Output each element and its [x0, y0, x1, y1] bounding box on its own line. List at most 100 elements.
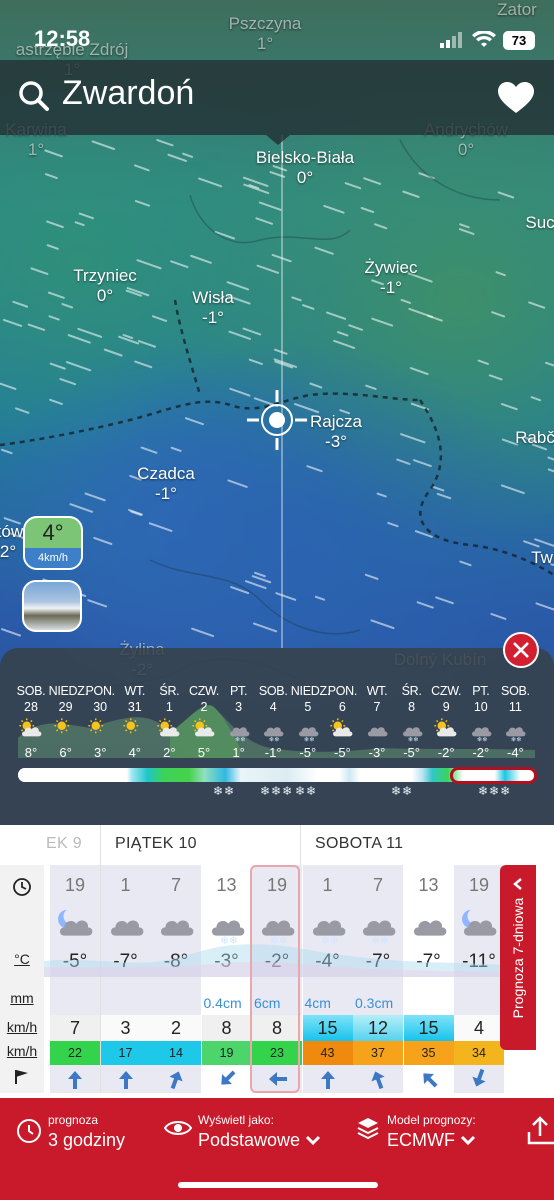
forecast-day[interactable]: PT. 3 ❄❄ 1°: [222, 684, 256, 762]
precipitation-value: 0.4cm: [203, 995, 242, 1011]
precip-row-label: mm: [10, 990, 34, 1006]
wind-gust-value: 14: [151, 1041, 201, 1065]
forecast-day[interactable]: WT. 31 4°: [118, 684, 152, 762]
wind-row-label: km/h: [6, 1019, 38, 1035]
weather-icon: [118, 718, 152, 742]
forecast-day[interactable]: SOB. 4 ❄❄ -1°: [256, 684, 290, 762]
forecast-day[interactable]: ŚR. 1 2°: [152, 684, 186, 762]
snow-marker: ❄❄❄: [478, 784, 512, 798]
map-city-label[interactable]: Bielsko-Biała 0°: [256, 148, 354, 188]
map-city-label[interactable]: Wisła -1°: [192, 288, 234, 328]
city-name: Żywiec: [364, 258, 418, 277]
day-temp: 4°: [128, 745, 142, 760]
snow-marker: ❄❄: [391, 784, 414, 798]
chevron-left-icon: [513, 878, 522, 890]
day-name: PT.: [472, 684, 490, 698]
hourly-forecast-table[interactable]: EK 9 PIĄTEK 10 SOBOTA 11 19-5°7221-7°317…: [0, 825, 554, 1098]
city-name: Tw: [531, 548, 553, 567]
seven-day-forecast-tab[interactable]: Prognoza 7-dniowa: [500, 865, 536, 1050]
day-date: 31: [127, 700, 142, 714]
forecast-day[interactable]: NIEDZ. 29 6°: [48, 684, 88, 762]
day-name: SOB.: [501, 684, 530, 698]
snow-marker: ❄❄: [295, 784, 318, 798]
eye-icon: [164, 1121, 192, 1135]
webcam-thumbnail[interactable]: [22, 580, 82, 632]
map-city-label[interactable]: Czadca -1°: [137, 464, 195, 504]
forecast-day[interactable]: WT. 7 -3°: [360, 684, 394, 762]
close-icon[interactable]: [503, 632, 539, 668]
model-selector[interactable]: Model prognozy: ECMWF: [356, 1112, 476, 1152]
hour-column[interactable]: 7❄❄-7°0.3cm1237: [353, 865, 403, 1093]
weather-icon: [152, 718, 186, 742]
weather-icon: ❄❄: [464, 718, 498, 743]
forecast-day[interactable]: SOB. 28 8°: [14, 684, 48, 762]
crosshair-icon[interactable]: [247, 390, 307, 450]
hour-column[interactable]: 13 -7° 15 35: [403, 865, 454, 1093]
wind-direction-arrow-icon: [303, 1065, 353, 1093]
share-icon[interactable]: [526, 1116, 554, 1146]
map-city-label[interactable]: Suc: [525, 213, 554, 233]
location-header: Zwardoń: [0, 60, 554, 135]
search-icon[interactable]: [18, 80, 50, 112]
display-value: Podstawowe: [198, 1130, 301, 1150]
home-indicator: [178, 1182, 378, 1188]
forecast-day[interactable]: SOB. 11 ❄❄ -4°: [498, 684, 532, 762]
wind-speed-value: 15: [403, 1015, 454, 1041]
hour-column[interactable]: 19-5°722: [50, 865, 100, 1093]
forecast-day[interactable]: PON. 30 3°: [83, 684, 117, 762]
day-name: ŚR.: [159, 684, 180, 698]
forecast-day[interactable]: PON. 6 -5°: [325, 684, 359, 762]
location-title[interactable]: Zwardoń: [62, 74, 194, 113]
map-city-label[interactable]: Tw: [531, 548, 553, 568]
city-name: Wisła: [192, 288, 234, 307]
forecast-day[interactable]: NIEDZ. 5 ❄❄ -5°: [291, 684, 330, 762]
day-name: NIEDZ.: [48, 684, 88, 698]
day-temp: -2°: [472, 745, 490, 760]
city-temp: 1°: [27, 140, 45, 159]
wind-direction-flag-icon: [15, 1070, 28, 1084]
weather-icon: [360, 718, 394, 742]
hour-column[interactable]: 7-8°214: [151, 865, 201, 1093]
map-city-label[interactable]: Trzyniec 0°: [73, 266, 137, 306]
day-header: SOBOTA 11: [315, 835, 404, 852]
clock-icon: [17, 1119, 41, 1143]
current-temp-badge[interactable]: 4° 4km/h: [23, 516, 83, 570]
day-name: PON.: [327, 684, 358, 698]
selected-range-marker[interactable]: [450, 767, 537, 784]
hour-column[interactable]: 13❄❄-3°0.4cm819: [201, 865, 252, 1093]
map-city-label[interactable]: Rajcza -3°: [310, 412, 362, 452]
chevron-down-icon: [306, 1135, 321, 1146]
forecast-day[interactable]: PT. 10 ❄❄ -2°: [464, 684, 498, 762]
day-temp: 8°: [24, 745, 38, 760]
city-name: Suc: [525, 213, 554, 232]
model-value: ECMWF: [387, 1130, 455, 1150]
day-header: PIĄTEK 10: [115, 835, 197, 852]
forecast-day[interactable]: CZW. 2 5°: [187, 684, 221, 762]
wind-speed-value: 7: [50, 1015, 100, 1041]
map-city-label[interactable]: Rabč: [515, 428, 554, 448]
model-label: Model prognozy:: [387, 1113, 476, 1127]
forecast-day[interactable]: CZW. 9 -2°: [429, 684, 463, 762]
status-time: 12:58: [34, 26, 91, 51]
forecast-day[interactable]: ŚR. 8 ❄❄ -5°: [395, 684, 429, 762]
hour-column[interactable]: 19 -11° 4 34: [454, 865, 504, 1093]
city-temp: -1°: [380, 278, 402, 297]
interval-value: 3 godziny: [48, 1130, 126, 1150]
weather-icon: ❄❄: [222, 718, 256, 743]
heart-icon[interactable]: [498, 82, 534, 114]
gust-row-label: km/h: [6, 1043, 38, 1059]
day-temp: 1°: [232, 745, 245, 760]
hour-column[interactable]: 1❄❄-4°4cm1543: [302, 865, 353, 1093]
forecast-interval-selector[interactable]: prognoza 3 godziny: [16, 1112, 125, 1152]
badge-wind: 4km/h: [25, 548, 81, 568]
map-city-label[interactable]: ków2°: [0, 522, 23, 562]
hour-column[interactable]: 1 -7° 3 17: [100, 865, 151, 1093]
selected-hour-column[interactable]: [250, 865, 300, 1093]
map-city-label[interactable]: Żywiec -1°: [365, 258, 418, 298]
display-mode-selector[interactable]: Wyświetl jako: Podstawowe: [164, 1112, 321, 1152]
day-name: CZW.: [188, 684, 220, 698]
chevron-down-icon: [460, 1135, 476, 1146]
city-temp: -3°: [325, 432, 347, 451]
wind-speed-value: 3: [100, 1015, 151, 1041]
wind-gust-value: 19: [201, 1041, 252, 1065]
